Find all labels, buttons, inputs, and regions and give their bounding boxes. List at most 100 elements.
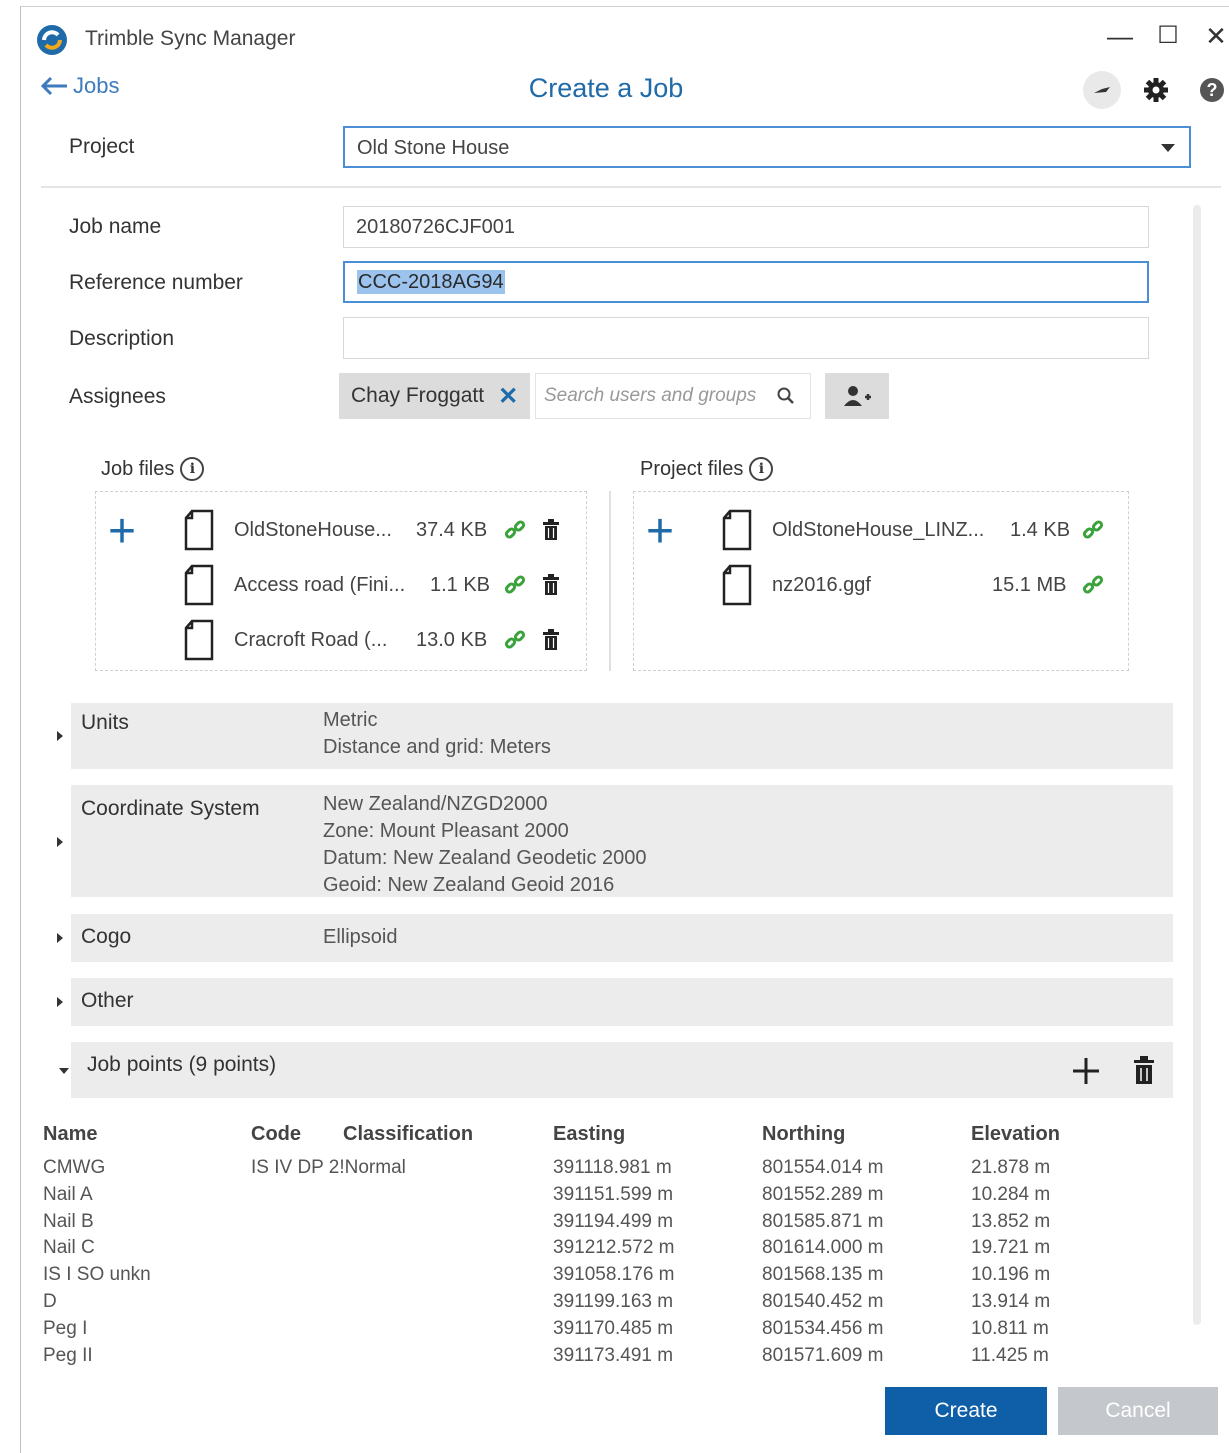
table-cell-elevation[interactable]: 10.196 m [971, 1262, 1050, 1289]
coordinate-system-title: Coordinate System [81, 797, 260, 820]
table-cell-easting[interactable]: 391118.981 m [553, 1155, 675, 1182]
coordinate-system-section[interactable]: Coordinate System New Zealand/NZGD2000 Z… [71, 785, 1173, 897]
link-icon[interactable] [1082, 519, 1104, 541]
close-button[interactable]: ✕ [1199, 21, 1229, 51]
table-cell-easting[interactable]: 391058.176 m [553, 1262, 675, 1289]
table-cell-elevation[interactable]: 10.284 m [971, 1182, 1050, 1209]
maximize-button[interactable]: ☐ [1151, 21, 1185, 51]
trash-icon[interactable] [542, 629, 560, 651]
other-section[interactable]: Other [71, 978, 1173, 1026]
table-cell-easting[interactable]: 391194.499 m [553, 1209, 675, 1236]
table-cell-code[interactable]: IS IV DP 2!Normal [251, 1155, 406, 1182]
table-cell-name[interactable]: D [43, 1289, 151, 1316]
add-project-file-icon[interactable]: + [646, 508, 674, 556]
table-cell-elevation[interactable]: 19.721 m [971, 1235, 1050, 1262]
project-select[interactable]: Old Stone House [343, 126, 1191, 168]
table-cell-elevation[interactable]: 13.852 m [971, 1209, 1050, 1236]
job-name-input[interactable]: 20180726CJF001 [343, 206, 1149, 248]
coordinate-line: Geoid: New Zealand Geoid 2016 [323, 874, 615, 896]
job-file-row: Cracroft Road (... 13.0 KB [184, 618, 560, 662]
job-file-row: Access road (Fini... 1.1 KB [184, 563, 560, 607]
remove-assignee-icon[interactable]: ✕ [498, 382, 518, 411]
units-title: Units [81, 711, 129, 734]
file-size: 37.4 KB [416, 518, 488, 541]
table-cell-elevation[interactable]: 11.425 m [971, 1343, 1050, 1370]
settings-button[interactable] [1137, 71, 1175, 109]
other-title: Other [81, 989, 134, 1012]
delete-points-icon[interactable] [1133, 1056, 1155, 1084]
gear-icon [1144, 78, 1168, 102]
link-icon[interactable] [504, 519, 526, 541]
table-cell-name[interactable]: Nail A [43, 1182, 151, 1209]
link-icon[interactable] [1082, 574, 1104, 596]
table-cell-northing[interactable]: 801552.289 m [762, 1182, 884, 1209]
table-cell-northing[interactable]: 801568.135 m [762, 1262, 884, 1289]
table-cell-northing[interactable]: 801585.871 m [762, 1209, 884, 1236]
cogo-section[interactable]: Cogo Ellipsoid [71, 914, 1173, 962]
table-cell-northing[interactable]: 801554.014 m [762, 1155, 884, 1182]
job-name-label: Job name [69, 215, 162, 238]
column-header-northing[interactable]: Northing [762, 1123, 845, 1146]
job-file-row: OldStoneHouse... 37.4 KB [184, 508, 560, 552]
table-cell-easting[interactable]: 391151.599 m [553, 1182, 675, 1209]
table-cell-easting[interactable]: 391170.485 m [553, 1316, 675, 1343]
help-button[interactable]: ? [1193, 71, 1229, 109]
scrollbar[interactable] [1193, 205, 1201, 1325]
file-icon [184, 564, 214, 606]
other-expand-icon[interactable] [57, 997, 63, 1007]
description-input[interactable] [343, 317, 1149, 359]
table-cell-easting[interactable]: 391173.491 m [553, 1343, 675, 1370]
link-icon[interactable] [504, 629, 526, 651]
column-header-easting[interactable]: Easting [553, 1123, 625, 1146]
table-cell-elevation[interactable]: 13.914 m [971, 1289, 1050, 1316]
add-user-button[interactable] [825, 373, 889, 419]
reference-number-input[interactable]: CCC-2018AG94 [343, 261, 1149, 303]
table-cell-name[interactable]: Nail C [43, 1235, 151, 1262]
assignee-search-input[interactable]: Search users and groups [535, 373, 811, 419]
minimize-button[interactable]: — [1103, 21, 1137, 51]
column-header-code[interactable]: Code [251, 1123, 301, 1146]
create-button[interactable]: Create [885, 1387, 1047, 1435]
coordinate-system-expand-icon[interactable] [57, 837, 63, 847]
app-title: Trimble Sync Manager [85, 27, 296, 50]
table-cell-elevation[interactable]: 21.878 m [971, 1155, 1050, 1182]
table-cell-northing[interactable]: 801614.000 m [762, 1235, 884, 1262]
link-icon[interactable] [504, 574, 526, 596]
job-points-collapse-icon[interactable] [59, 1068, 69, 1074]
trash-icon[interactable] [542, 574, 560, 596]
info-icon[interactable]: i [180, 457, 205, 481]
table-cell-name[interactable]: IS I SO unkn [43, 1262, 151, 1289]
table-cell-easting[interactable]: 391199.163 m [553, 1289, 675, 1316]
app-window: Trimble Sync Manager — ☐ ✕ Jobs Create a… [20, 6, 1229, 1453]
table-cell-name[interactable]: Peg II [43, 1343, 151, 1370]
table-cell-northing[interactable]: 801540.452 m [762, 1289, 884, 1316]
add-job-file-icon[interactable]: + [108, 508, 136, 556]
column-header-elevation[interactable]: Elevation [971, 1123, 1060, 1146]
cogo-expand-icon[interactable] [57, 933, 63, 943]
job-points-title: Job points (9 points) [87, 1053, 277, 1076]
table-cell-elevation[interactable]: 10.811 m [971, 1316, 1050, 1343]
add-point-icon[interactable] [1071, 1056, 1101, 1086]
help-icon: ? [1200, 78, 1224, 102]
units-expand-icon[interactable] [57, 731, 63, 741]
units-section[interactable]: Units Metric Distance and grid: Meters [71, 703, 1173, 769]
table-cell-name[interactable]: Nail B [43, 1209, 151, 1236]
table-cell-name[interactable]: CMWG [43, 1155, 151, 1182]
job-points-section[interactable]: Job points (9 points) [71, 1042, 1173, 1098]
table-cell-northing[interactable]: 801534.456 m [762, 1316, 884, 1343]
table-cell-name[interactable]: Peg I [43, 1316, 151, 1343]
sync-button[interactable] [1083, 71, 1121, 109]
cancel-button[interactable]: Cancel [1058, 1387, 1218, 1435]
file-icon [184, 619, 214, 661]
table-cell-northing[interactable]: 801571.609 m [762, 1343, 884, 1370]
table-cell-easting[interactable]: 391212.572 m [553, 1235, 675, 1262]
panel-divider [609, 491, 611, 671]
info-icon[interactable]: i [749, 457, 774, 481]
file-size: 13.0 KB [416, 628, 488, 651]
file-name: OldStoneHouse_LINZ... [772, 518, 985, 541]
trash-icon[interactable] [542, 519, 560, 541]
column-header-name[interactable]: Name [43, 1123, 97, 1146]
file-size: 1.1 KB [429, 573, 490, 596]
add-user-icon [844, 386, 871, 406]
column-header-classification[interactable]: Classification [343, 1123, 473, 1146]
